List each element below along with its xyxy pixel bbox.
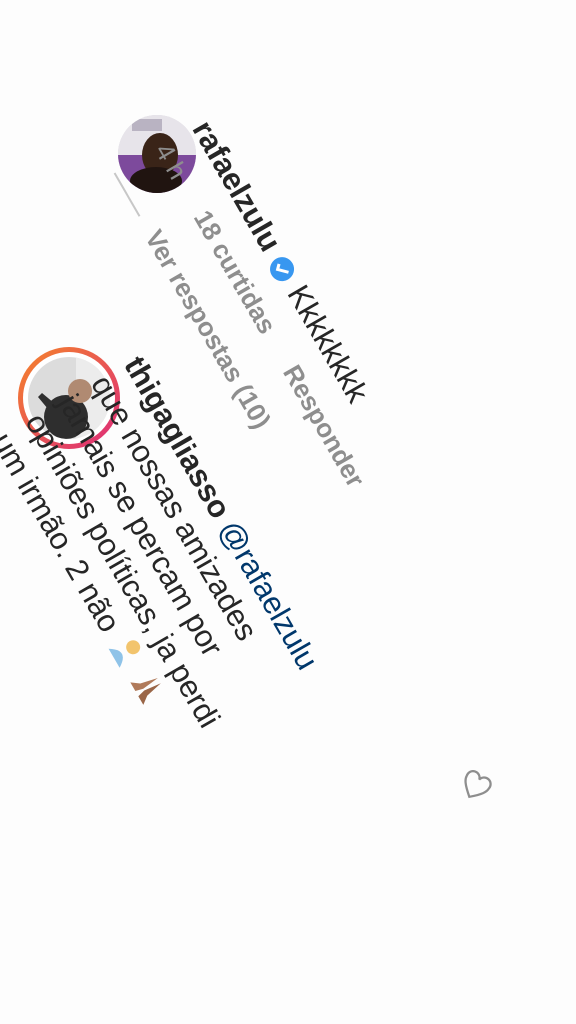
heart-icon[interactable] [458,770,492,809]
comments-screen: rafaelzulu Kkkkkkkk 4 h 18 curtidas Resp… [0,0,576,1024]
replies-divider [113,172,141,217]
comment-thread: rafaelzulu Kkkkkkkk 4 h 18 curtidas Resp… [0,115,576,983]
verified-badge-icon [263,250,301,288]
